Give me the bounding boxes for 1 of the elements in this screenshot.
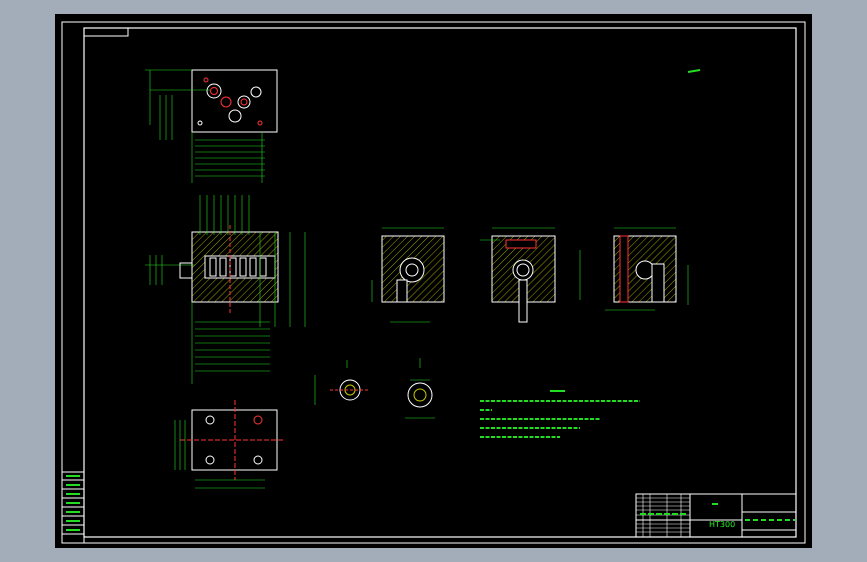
material-label: HT300 [709, 520, 736, 529]
